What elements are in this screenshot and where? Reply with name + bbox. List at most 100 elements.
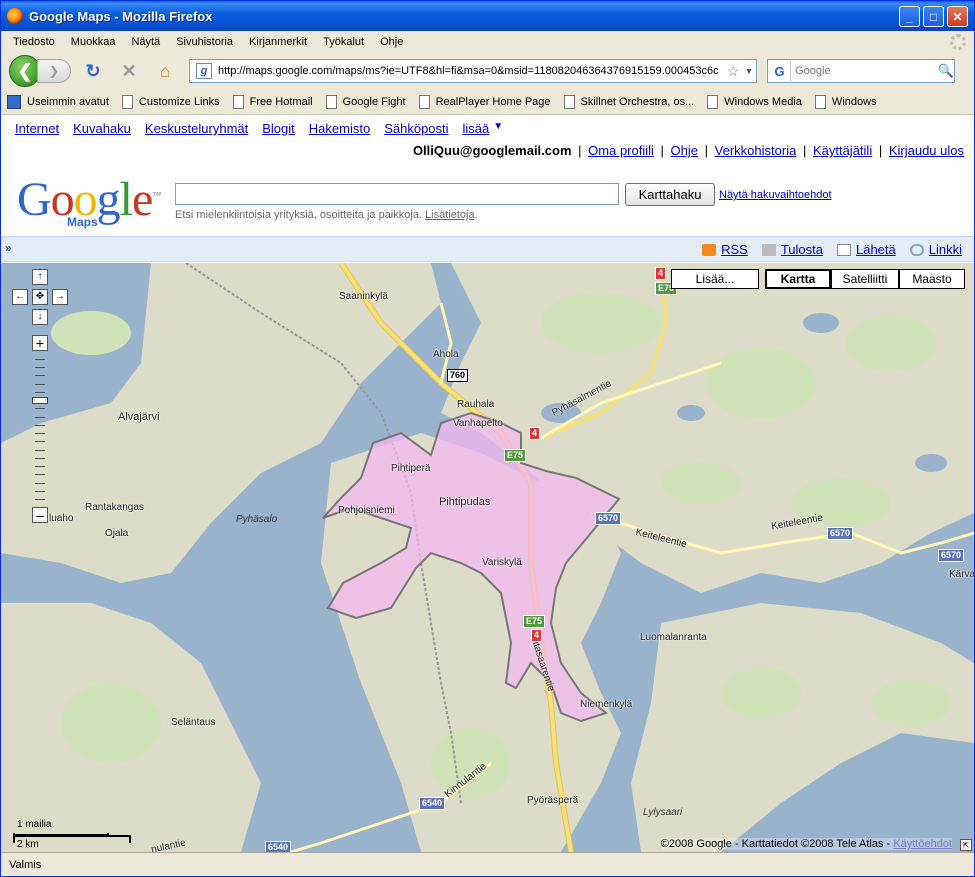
gbar-keskusteluryhmat[interactable]: Keskusteluryhmät: [145, 121, 248, 136]
chevron-down-icon[interactable]: ▼: [493, 121, 503, 136]
gbar-sahkoposti[interactable]: Sähköposti: [384, 121, 448, 136]
stop-icon[interactable]: ✕: [115, 57, 143, 85]
maximize-button[interactable]: □: [923, 6, 944, 27]
gbar-blogit[interactable]: Blogit: [262, 121, 295, 136]
zoom-slider-handle[interactable]: [32, 397, 48, 405]
throbber-icon: [950, 34, 966, 50]
pan-left-button[interactable]: ←: [12, 289, 28, 305]
pan-right-button[interactable]: →: [52, 289, 68, 305]
browser-search-input[interactable]: [791, 65, 938, 77]
pan-up-button[interactable]: ↑: [32, 269, 48, 285]
google-bar: Internet Kuvahaku Keskusteluryhmät Blogi…: [15, 121, 503, 136]
firefox-window: Google Maps - Mozilla Firefox _ □ ✕ Tied…: [0, 0, 975, 877]
scale-metric: 2 km: [17, 839, 39, 850]
separator: |: [878, 143, 883, 158]
rss-icon: [702, 243, 717, 256]
link-ohje[interactable]: Ohje: [671, 143, 698, 158]
map-toolbar: » RSS Tulosta Lähetä Linkki: [1, 236, 974, 262]
map-label: Niemenkylä: [580, 699, 633, 710]
url-input[interactable]: http://maps.google.com/maps/ms?ie=UTF8&h…: [218, 65, 724, 77]
pan-down-button[interactable]: ↓: [32, 309, 48, 325]
logo-letter: G: [17, 173, 52, 226]
map-label: Alvajärvi: [118, 411, 160, 423]
bookmark-google-fight[interactable]: Google Fight: [325, 94, 406, 109]
search-options-link[interactable]: Näytä hakuvaihtoehdot: [719, 189, 832, 201]
forward-button[interactable]: ❯: [37, 59, 71, 83]
zoom-tick: [35, 474, 45, 476]
reload-icon[interactable]: ↻: [79, 57, 107, 85]
zoom-tick: [35, 441, 45, 443]
close-button[interactable]: ✕: [947, 6, 968, 27]
road-shield: 760: [447, 369, 469, 382]
map-canvas[interactable]: Saaninkylä Ahola Alvajärvi Rauhala Vanha…: [1, 263, 974, 852]
map-label: Pihtipudas: [439, 496, 491, 508]
bookmark-realplayer[interactable]: RealPlayer Home Page: [418, 94, 551, 109]
zoom-in-button[interactable]: +: [32, 335, 48, 351]
url-history-dropdown[interactable]: ▼: [742, 66, 756, 76]
bookmark-star-icon[interactable]: ☆: [724, 63, 742, 80]
map-label: Pyöräsperä: [527, 795, 579, 806]
zoom-slider[interactable]: [32, 355, 48, 503]
home-icon[interactable]: ⌂: [151, 57, 179, 85]
url-bar[interactable]: g http://maps.google.com/maps/ms?ie=UTF8…: [189, 59, 757, 83]
rss-link[interactable]: RSS: [702, 242, 748, 257]
title-bar[interactable]: Google Maps - Mozilla Firefox _ □ ✕: [1, 1, 974, 31]
map-type-satellite[interactable]: Satelliitti: [831, 269, 899, 289]
collapse-panel-icon[interactable]: »: [5, 241, 12, 255]
menu-tiedosto[interactable]: Tiedosto: [5, 36, 63, 48]
print-link[interactable]: Tulosta: [761, 242, 823, 257]
separator: |: [578, 143, 582, 158]
map-type-more[interactable]: Lisää...: [671, 269, 759, 289]
link-verkkohistoria[interactable]: Verkkohistoria: [715, 143, 797, 158]
link-kirjaudu-ulos[interactable]: Kirjaudu ulos: [889, 143, 964, 158]
logo-letter: l: [119, 173, 133, 226]
pan-center-button[interactable]: ✥: [32, 289, 48, 305]
send-link[interactable]: Lähetä: [836, 242, 896, 257]
resize-icon[interactable]: ⇱: [960, 839, 972, 851]
bookmark-windows[interactable]: Windows: [814, 94, 877, 109]
menu-sivuhistoria[interactable]: Sivuhistoria: [168, 36, 241, 48]
site-favicon-icon: g: [196, 63, 212, 79]
terms-link[interactable]: Käyttöehdot: [893, 838, 952, 850]
gbar-internet[interactable]: Internet: [15, 121, 59, 136]
bookmarks-folder-icon: [7, 94, 21, 109]
menu-muokkaa[interactable]: Muokkaa: [63, 36, 124, 48]
search-engine-icon[interactable]: G: [769, 61, 792, 81]
minimize-button[interactable]: _: [899, 6, 920, 27]
menu-nayta[interactable]: Näytä: [123, 36, 168, 48]
map-search-input[interactable]: [175, 183, 619, 205]
map-label: Rantakangas: [85, 502, 144, 513]
bookmark-free-hotmail[interactable]: Free Hotmail: [232, 94, 313, 109]
menu-ohje[interactable]: Ohje: [372, 36, 411, 48]
gbar-hakemisto[interactable]: Hakemisto: [309, 121, 370, 136]
map-label: Pohjoisniemi: [338, 505, 395, 516]
page-icon: [121, 94, 133, 109]
zoom-tick: [35, 416, 45, 418]
search-go-icon[interactable]: 🔍: [937, 63, 954, 79]
navigation-toolbar: ❮ ❯ ↻ ✕ ⌂ g http://maps.google.com/maps/…: [1, 53, 974, 89]
menu-tyokalut[interactable]: Työkalut: [315, 36, 372, 48]
bookmark-skillnet[interactable]: Skillnet Orchestra, os...: [563, 94, 694, 109]
map-label: luaho: [49, 513, 74, 524]
bookmark-customize-links[interactable]: Customize Links: [121, 94, 220, 109]
road-shield: 4: [529, 427, 541, 440]
google-maps-logo[interactable]: Google™ Maps: [17, 171, 167, 230]
zoom-out-button[interactable]: –: [32, 507, 48, 523]
map-label: Vanhapelto: [453, 418, 503, 429]
search-hint: Etsi mielenkiintoisia yrityksiä, osoitte…: [175, 209, 478, 221]
map-type-terrain[interactable]: Maasto: [899, 269, 965, 289]
road-shield: 4: [655, 267, 667, 280]
zoom-tick: [35, 408, 45, 410]
link-oma-profiili[interactable]: Oma profiili: [588, 143, 654, 158]
permalink-link[interactable]: Linkki: [909, 242, 962, 257]
gbar-kuvahaku[interactable]: Kuvahaku: [73, 121, 131, 136]
map-search-button[interactable]: Karttahaku: [625, 183, 715, 206]
bookmark-useimmin-avatut[interactable]: Useimmin avatut: [7, 94, 109, 109]
more-info-link[interactable]: Lisätietoja: [425, 209, 475, 221]
map-type-map[interactable]: Kartta: [765, 269, 831, 289]
gbar-lisaa[interactable]: lisää: [463, 121, 490, 136]
bookmark-windows-media[interactable]: Windows Media: [707, 94, 802, 109]
user-email: OlliQuu@googlemail.com: [412, 143, 572, 158]
link-kayttajatili[interactable]: Käyttäjätili: [813, 143, 872, 158]
menu-kirjanmerkit[interactable]: Kirjanmerkit: [241, 36, 315, 48]
